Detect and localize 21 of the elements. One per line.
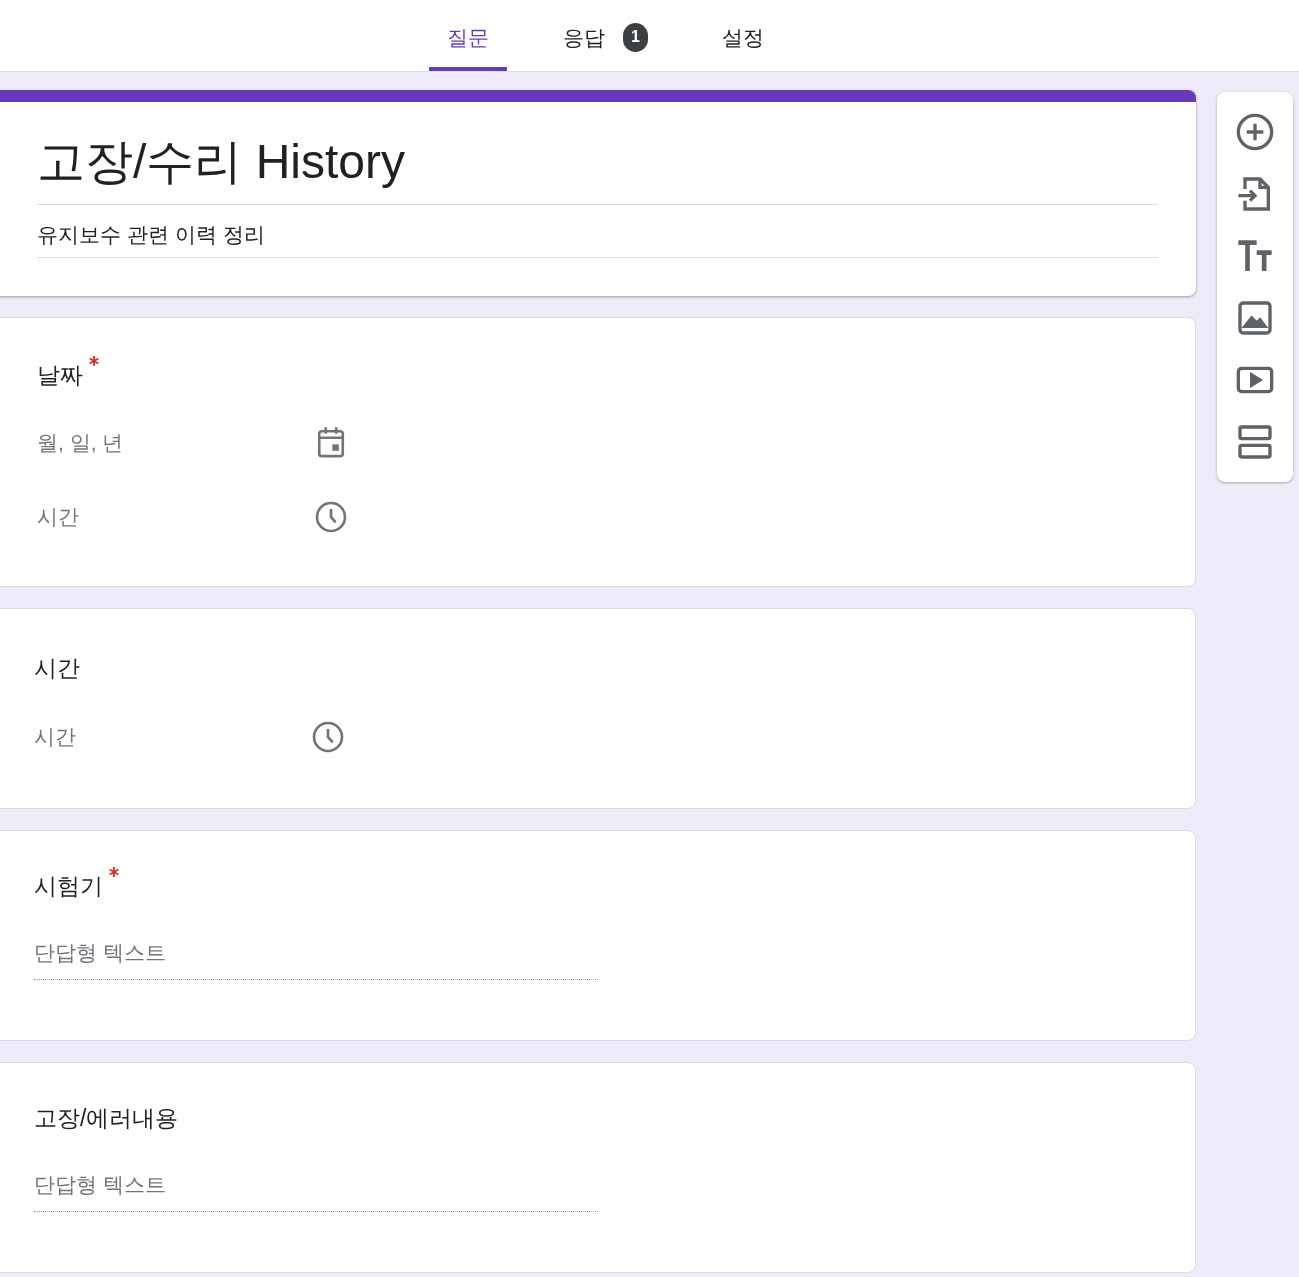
clock-icon[interactable] xyxy=(312,720,344,753)
short-answer-field[interactable]: 단답형 텍스트 xyxy=(34,1169,598,1212)
form-description[interactable]: 유지보수 관련 이력 정리 xyxy=(37,205,1158,258)
calendar-icon[interactable] xyxy=(315,426,347,460)
time-field[interactable]: 시간 xyxy=(37,501,79,533)
image-icon[interactable] xyxy=(1235,298,1275,338)
time-field[interactable]: 시간 xyxy=(34,720,76,753)
section-icon[interactable] xyxy=(1235,422,1275,462)
add-circle-icon[interactable] xyxy=(1235,112,1275,152)
tab[interactable]: 질문 xyxy=(447,21,489,53)
clock-icon[interactable] xyxy=(315,501,347,533)
form-title[interactable]: 고장/수리 History xyxy=(37,130,1158,205)
question-title: 시험기 xyxy=(34,871,103,901)
count-badge: 1 xyxy=(623,22,648,52)
tab[interactable]: 설정 xyxy=(722,21,764,53)
short-answer-field[interactable]: 단답형 텍스트 xyxy=(34,937,598,980)
question-title: 시간 xyxy=(34,654,80,683)
tab[interactable]: 응답 xyxy=(563,21,605,53)
date-field[interactable]: 월, 일, 년 xyxy=(37,427,124,459)
question-title: 고장/에러내용 xyxy=(34,1103,179,1133)
question-title: 날짜 xyxy=(37,360,83,390)
